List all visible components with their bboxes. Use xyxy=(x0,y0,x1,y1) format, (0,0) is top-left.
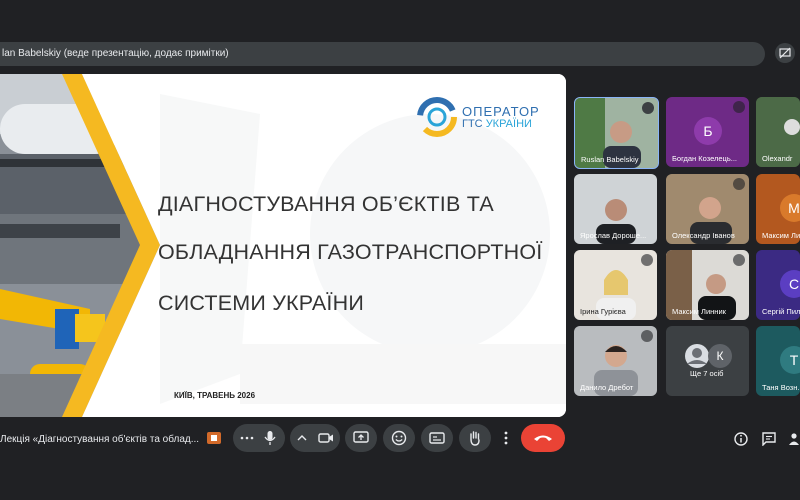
reactions-button[interactable] xyxy=(383,424,415,452)
meeting-title: Лекція «Діагностування об'єктів та облад… xyxy=(0,434,200,445)
participant-name: Олександр Іванов xyxy=(672,231,735,240)
participant-name: Ще 7 осіб xyxy=(690,369,724,378)
presentation-slide: ОПЕРАТОР ГТС УКРАЇНИ ДІАГНОСТУВАННЯ ОБ’Є… xyxy=(0,74,566,417)
participant-name: Ірина Гурієва xyxy=(580,307,626,316)
participant-name: Таня Возн... xyxy=(762,383,800,392)
avatar: М xyxy=(780,194,800,222)
avatar: С xyxy=(780,270,800,298)
avatar: Т xyxy=(780,346,800,374)
gts-operator-logo-icon xyxy=(417,97,457,137)
participant-tile[interactable]: Olexandr xyxy=(756,97,800,167)
participant-name: Данило Дребот xyxy=(580,383,634,392)
slide-place-date: КИЇВ, ТРАВЕНЬ 2026 xyxy=(174,391,256,400)
participant-tile[interactable]: Максим Линник xyxy=(666,250,749,320)
slide-title-line-2: ОБЛАДНАННЯ ГАЗОТРАНСПОРТНОЇ xyxy=(158,240,543,264)
participant-tile[interactable]: Ярослав Дороше... xyxy=(574,174,657,244)
info-icon[interactable] xyxy=(734,432,748,446)
participant-name: Olexandr xyxy=(762,154,793,163)
more-options-button[interactable] xyxy=(496,424,516,452)
participant-name: Сергій Пил... xyxy=(762,307,800,316)
microphone-icon[interactable] xyxy=(263,430,277,446)
mic-off-icon xyxy=(733,254,745,266)
mic-off-icon xyxy=(733,178,745,190)
raise-hand-button[interactable] xyxy=(459,424,491,452)
mic-off-icon xyxy=(641,330,653,342)
avatar: Б xyxy=(694,117,722,145)
participant-name: Максим Линник xyxy=(672,307,726,316)
leave-call-button[interactable] xyxy=(521,424,565,452)
participant-tile[interactable]: Т Таня Возн... xyxy=(756,326,800,396)
present-screen-icon xyxy=(353,431,369,443)
vertical-dots-icon xyxy=(504,431,508,445)
mic-group[interactable] xyxy=(233,424,285,452)
participant-name: Максим Ли... xyxy=(762,231,800,240)
participant-name: Ruslan Babelskiy xyxy=(581,155,639,164)
present-button[interactable] xyxy=(345,424,377,452)
captions-icon xyxy=(429,432,445,444)
participant-tile[interactable]: С Сергій Пил... xyxy=(756,250,800,320)
share-indicator-button[interactable] xyxy=(204,428,224,448)
hand-icon xyxy=(470,431,480,446)
camera-group[interactable] xyxy=(290,424,340,452)
control-bar: Лекція «Діагностування об'єктів та облад… xyxy=(0,424,800,458)
participant-name: Ярослав Дороше... xyxy=(580,231,647,240)
mic-off-icon xyxy=(641,254,653,266)
presenter-bar: lan Babelskiy (веде презентацію, додає п… xyxy=(0,42,765,66)
present-off-icon xyxy=(779,47,791,59)
hang-up-icon xyxy=(534,435,552,441)
mic-off-icon xyxy=(733,101,745,113)
slide-title-line-3: СИСТЕМИ УКРАЇНИ xyxy=(158,291,364,315)
participant-tile[interactable]: М Максим Ли... xyxy=(756,174,800,244)
more-options-icon[interactable] xyxy=(642,102,654,114)
participant-tile-more[interactable]: К Ще 7 осіб xyxy=(666,326,749,396)
participant-tile[interactable]: Данило Дребот xyxy=(574,326,657,396)
participant-tile[interactable]: Ірина Гурієва xyxy=(574,250,657,320)
camera-icon[interactable] xyxy=(318,431,334,445)
chat-icon[interactable] xyxy=(762,432,776,446)
logo-text-gts: ГТС УКРАЇНИ xyxy=(462,118,532,130)
people-icon[interactable] xyxy=(789,432,799,446)
participant-tile[interactable]: Б Богдан Козелець... xyxy=(666,97,749,167)
presentation-options-button[interactable] xyxy=(775,43,795,63)
presenting-icon xyxy=(207,432,221,444)
emoji-icon xyxy=(391,430,407,446)
participant-name: Богдан Козелець... xyxy=(672,154,737,163)
captions-button[interactable] xyxy=(421,424,453,452)
more-icon[interactable] xyxy=(240,431,254,445)
avatar: К xyxy=(708,344,732,368)
chevron-up-icon[interactable] xyxy=(296,432,308,444)
logo-text-operator: ОПЕРАТОР xyxy=(462,104,540,119)
participant-tile[interactable]: Олександр Іванов xyxy=(666,174,749,244)
more-participants-avatars xyxy=(685,344,709,368)
slide-title-line-1: ДІАГНОСТУВАННЯ ОБ’ЄКТІВ ТА xyxy=(158,192,494,216)
presenter-label: lan Babelskiy (веде презентацію, додає п… xyxy=(2,48,229,59)
participant-tile[interactable]: Ruslan Babelskiy xyxy=(574,97,659,169)
